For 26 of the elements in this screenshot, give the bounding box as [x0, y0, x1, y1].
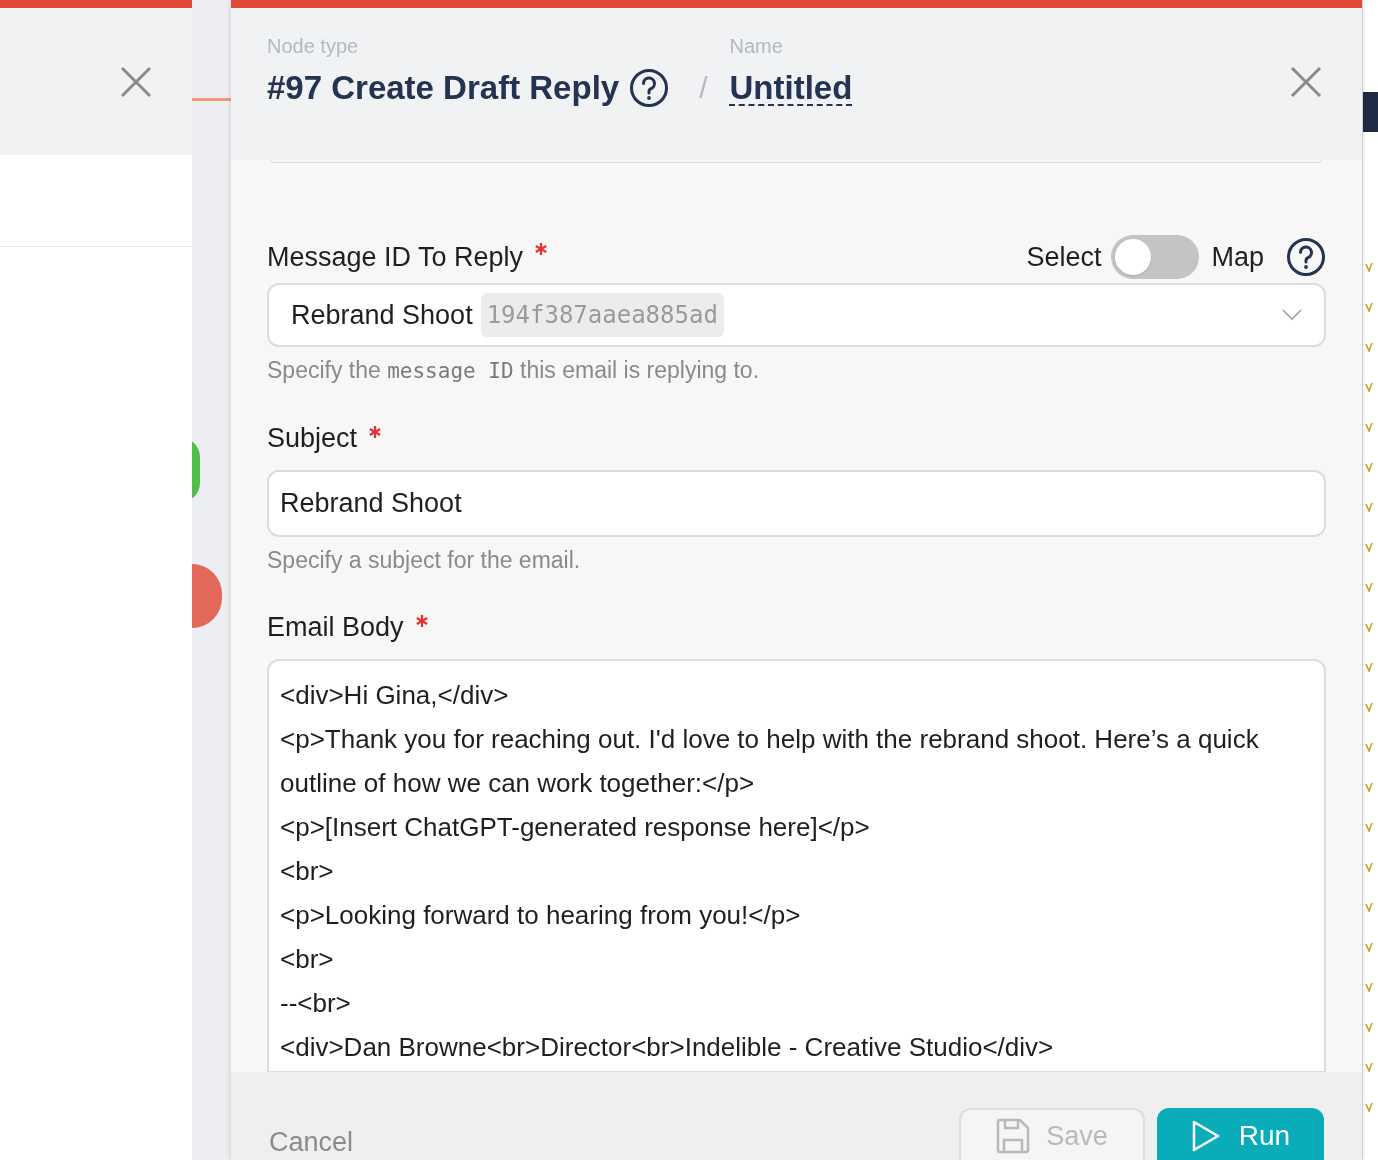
play-icon: [1190, 1119, 1221, 1153]
separator: /: [699, 70, 708, 106]
dark-bar: [1363, 92, 1378, 132]
node-name-field[interactable]: Untitled: [729, 68, 853, 108]
close-icon[interactable]: [1290, 66, 1322, 98]
field-label: Email Body: [267, 610, 404, 644]
email-body-textarea[interactable]: <div>Hi Gina,</div> <p>Thank you for reaching out. I'd love to help with the rebrand shoot. Here’s a quick outline of how we can work together:</p> <p>[Insert ChatGPT-generated response here]</p> <br> <p>Looking forward to hearing from you!</p> <br> --<br> <div>Dan Browne<br>Director<br>Indelible - Creative Studio</div>: [267, 659, 1326, 1072]
help-icon[interactable]: [1286, 237, 1326, 277]
selected-value: Rebrand Shoot: [291, 298, 473, 332]
chevron-down-icon: [1282, 309, 1302, 321]
field-caption: Node type: [267, 34, 360, 59]
subject-input[interactable]: Rebrand Shoot: [267, 470, 1326, 537]
toggle-switch[interactable]: [1111, 235, 1200, 279]
field-caption: Name: [729, 34, 784, 59]
help-icon[interactable]: [629, 68, 670, 108]
field-label: Message ID To Reply: [267, 240, 524, 274]
id-tag: 194f387aaea885ad: [480, 293, 724, 337]
help-text: Specify the message ID this email is replying to.: [267, 356, 761, 385]
close-icon[interactable]: [120, 65, 152, 98]
toggle-label: Map: [1211, 240, 1264, 274]
toggle-label: Select: [1026, 240, 1102, 274]
help-text: Specify a subject for the email.: [267, 546, 582, 575]
node-type-title: #97 Create Draft Reply: [267, 68, 620, 108]
dropdown-field[interactable]: Rebrand Shoot 194f387aaea885ad: [267, 283, 1326, 347]
field-label: Subject: [267, 421, 358, 455]
connector-line: [192, 98, 231, 101]
